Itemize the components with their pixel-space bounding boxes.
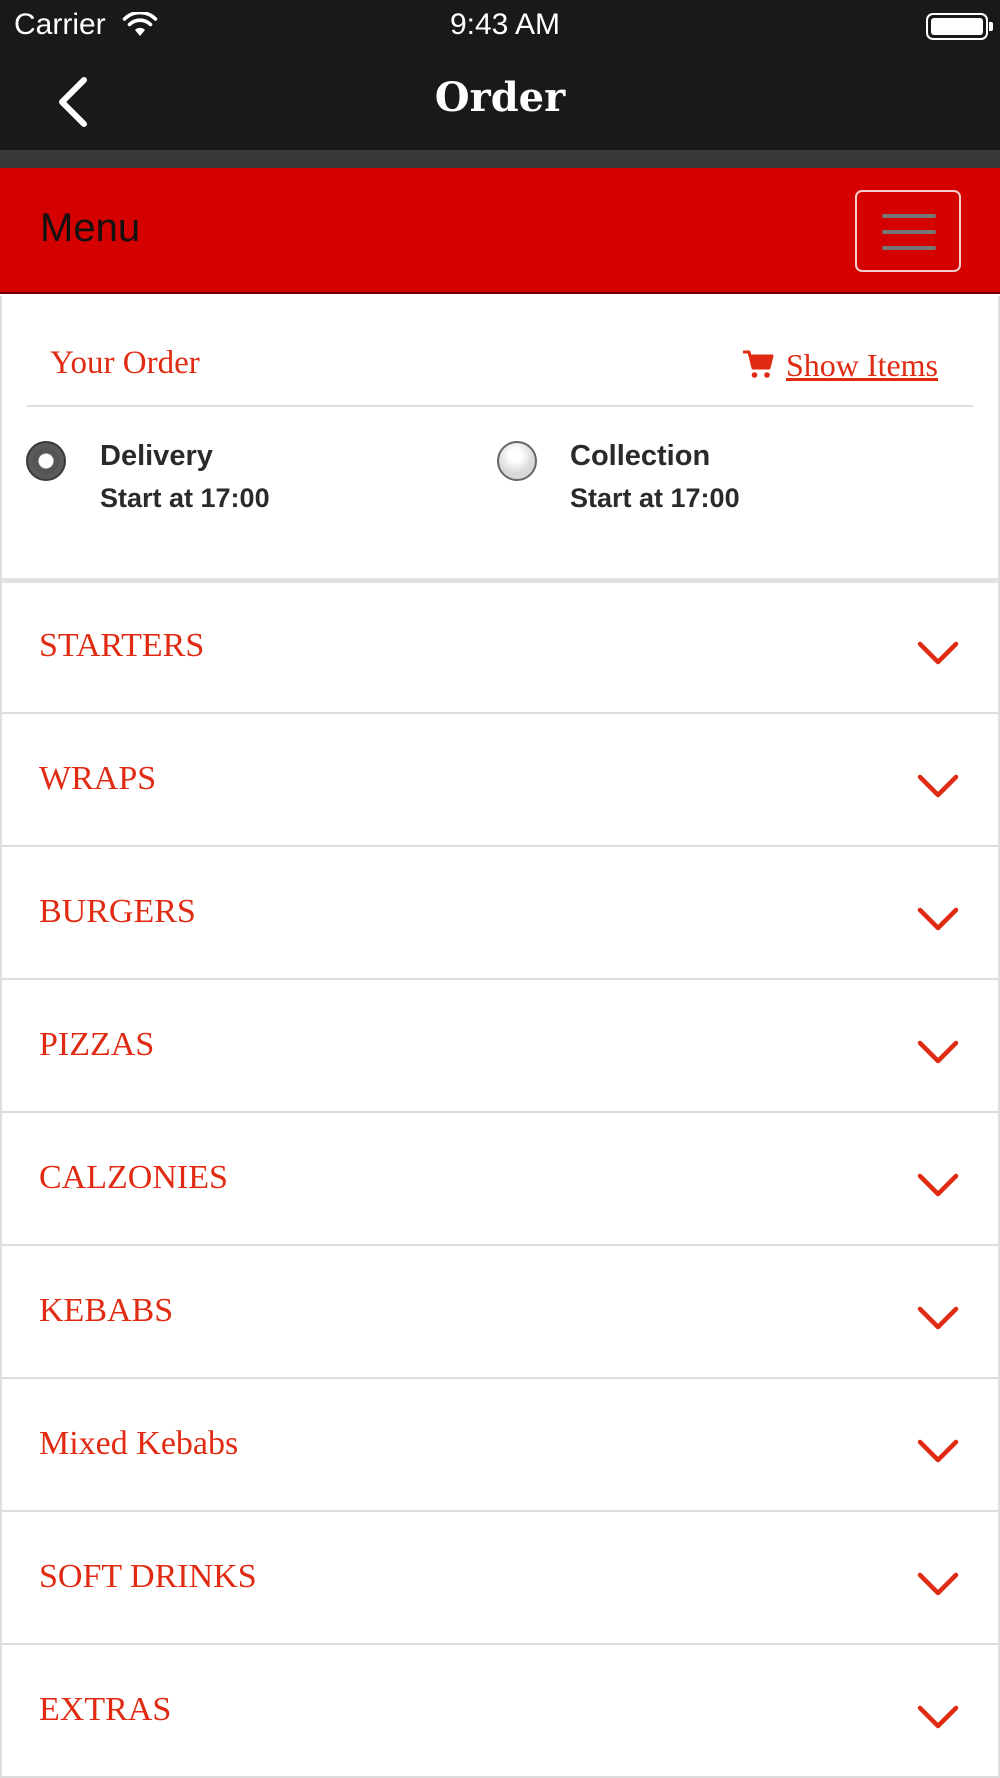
menu-bar: Menu xyxy=(0,168,1000,294)
category-label: Mixed Kebabs xyxy=(39,1425,239,1462)
chevron-down-icon xyxy=(917,1306,959,1330)
category-starters[interactable]: STARTERS xyxy=(2,583,998,714)
chevron-down-icon xyxy=(917,1173,959,1197)
collection-label: Collection xyxy=(570,440,711,472)
collection-radio[interactable] xyxy=(497,441,537,481)
chevron-down-icon xyxy=(917,1572,959,1596)
cart-icon[interactable] xyxy=(742,348,774,380)
chevron-down-icon xyxy=(917,1705,959,1729)
delivery-radio[interactable] xyxy=(26,441,66,481)
chevron-down-icon xyxy=(917,641,959,665)
top-bar: Carrier 9:43 AM Order xyxy=(0,0,1000,155)
nav-shadow xyxy=(0,150,1000,168)
delivery-start-time: Start at 17:00 xyxy=(100,483,270,513)
chevron-down-icon xyxy=(917,1439,959,1463)
chevron-down-icon xyxy=(917,1040,959,1064)
category-pizzas[interactable]: PIZZAS xyxy=(2,982,998,1113)
category-burgers[interactable]: BURGERS xyxy=(2,849,998,980)
category-extras[interactable]: EXTRAS xyxy=(2,1647,998,1778)
hamburger-icon xyxy=(882,214,936,218)
chevron-down-icon xyxy=(917,774,959,798)
collection-start-time: Start at 17:00 xyxy=(570,483,740,513)
show-items-link[interactable]: Show Items xyxy=(786,347,938,384)
category-label: CALZONIES xyxy=(39,1159,228,1196)
order-card xyxy=(2,296,998,578)
delivery-label: Delivery xyxy=(100,440,213,472)
menu-label: Menu xyxy=(40,206,141,250)
category-calzonies[interactable]: CALZONIES xyxy=(2,1115,998,1246)
category-label: BURGERS xyxy=(39,893,196,930)
battery-icon xyxy=(926,13,993,40)
status-bar: Carrier 9:43 AM xyxy=(0,0,1000,52)
category-wraps[interactable]: WRAPS xyxy=(2,716,998,847)
chevron-down-icon xyxy=(917,907,959,931)
hamburger-button[interactable] xyxy=(855,190,961,272)
category-kebabs[interactable]: KEBABS xyxy=(2,1248,998,1379)
category-label: PIZZAS xyxy=(39,1026,155,1063)
category-label: WRAPS xyxy=(39,760,157,797)
clock: 9:43 AM xyxy=(449,8,561,41)
category-label: EXTRAS xyxy=(39,1691,172,1728)
hamburger-line xyxy=(882,230,936,234)
category-label: KEBABS xyxy=(39,1292,174,1329)
page-title: Order xyxy=(434,74,566,121)
category-label: STARTERS xyxy=(39,627,205,664)
category-label: SOFT DRINKS xyxy=(39,1558,257,1595)
your-order-title: Your Order xyxy=(50,345,200,381)
category-mixed-kebabs[interactable]: Mixed Kebabs xyxy=(2,1381,998,1512)
order-divider xyxy=(27,405,973,407)
hamburger-line xyxy=(882,246,936,250)
category-soft-drinks[interactable]: SOFT DRINKS xyxy=(2,1514,998,1645)
